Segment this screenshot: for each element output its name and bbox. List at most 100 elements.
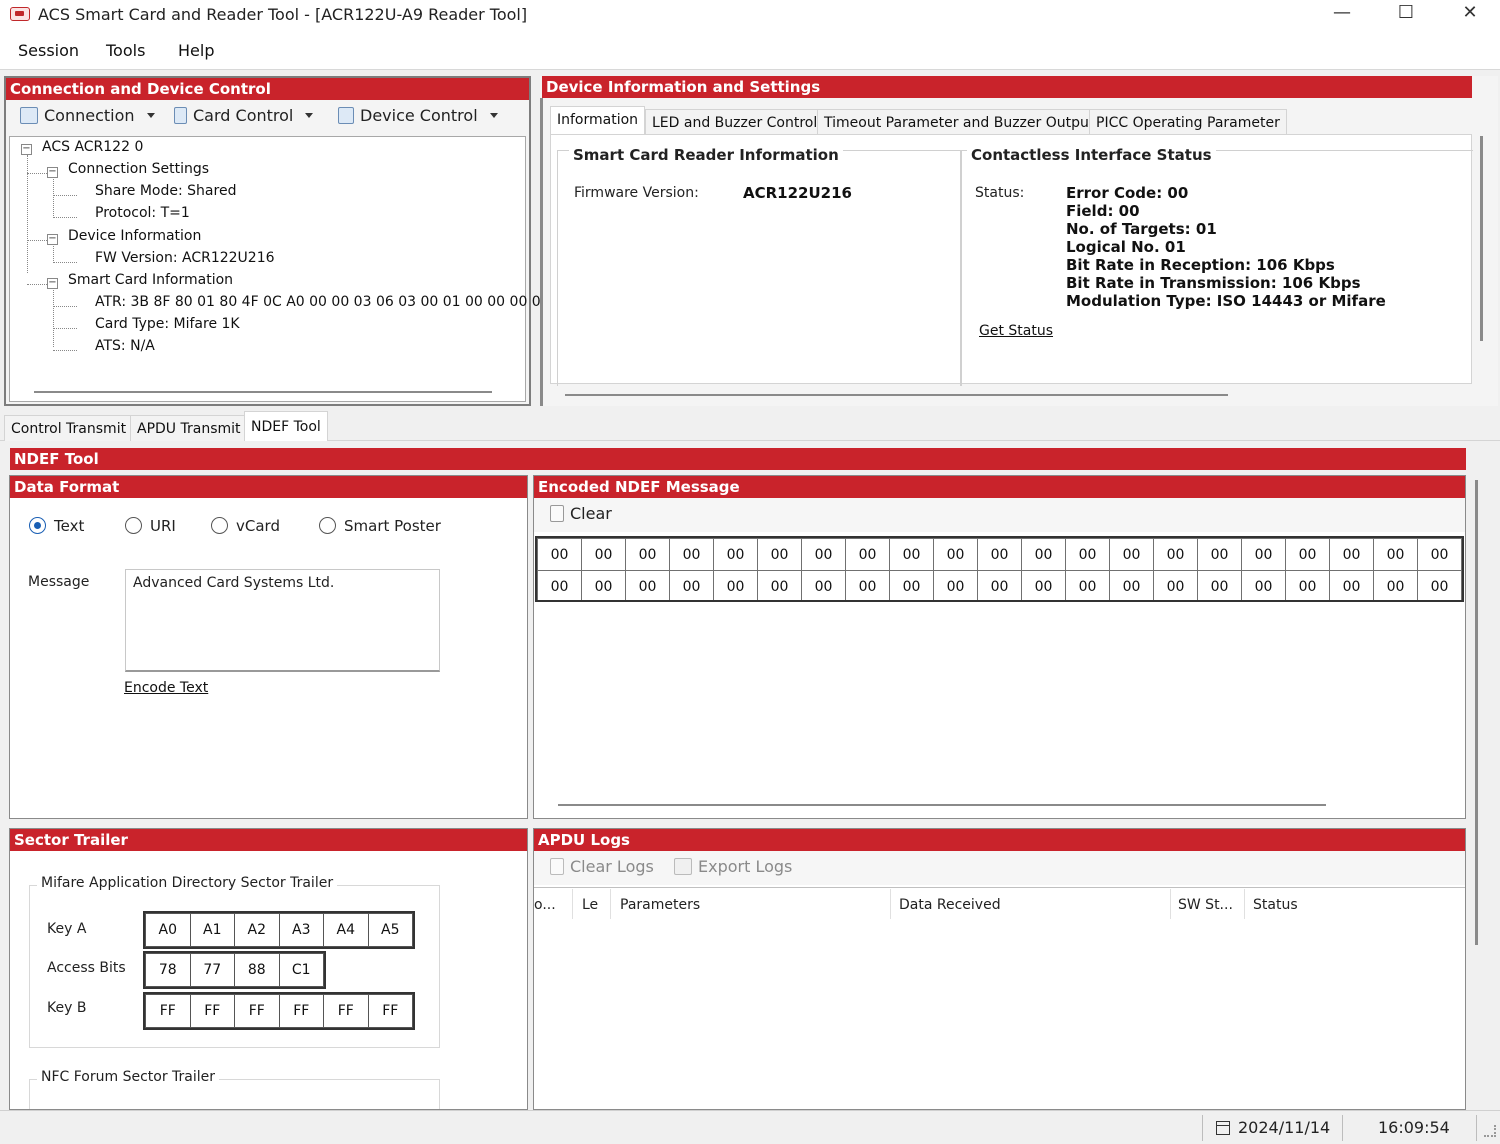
tree-smart-card-information[interactable]: Smart Card Information <box>68 272 233 288</box>
column-header-data-received[interactable]: Data Received <box>899 897 1001 913</box>
menu-help[interactable]: Help <box>178 41 214 60</box>
hex-cell[interactable]: 00 <box>933 538 978 571</box>
hex-cell[interactable]: 00 <box>845 570 890 600</box>
hex-cell[interactable]: 00 <box>757 538 802 571</box>
hex-cell[interactable]: 00 <box>581 538 626 571</box>
key-a-cell[interactable]: A3 <box>278 913 324 947</box>
hex-cell[interactable]: 00 <box>1417 538 1462 571</box>
key-a-cell[interactable]: A1 <box>189 913 235 947</box>
menu-session[interactable]: Session <box>18 41 79 60</box>
hex-cell[interactable]: 00 <box>977 538 1022 571</box>
hex-cell[interactable]: 00 <box>1065 570 1110 600</box>
message-textbox[interactable]: Advanced Card Systems Ltd. <box>125 569 440 672</box>
tree-ats[interactable]: ATS: N/A <box>95 338 155 354</box>
tree-protocol[interactable]: Protocol: T=1 <box>95 205 190 221</box>
hex-cell[interactable]: 00 <box>1329 570 1374 600</box>
maximize-button[interactable]: ☐ <box>1374 0 1438 28</box>
key-b-cell[interactable]: FF <box>278 994 324 1028</box>
radio-uri[interactable] <box>125 517 142 534</box>
hex-cell[interactable]: 00 <box>889 538 934 571</box>
access-bits-cell[interactable]: 78 <box>145 953 191 987</box>
encode-text-link[interactable]: Encode Text <box>124 680 208 696</box>
access-bits-cell[interactable]: 77 <box>189 953 235 987</box>
tree-connection-settings[interactable]: Connection Settings <box>68 161 209 177</box>
hex-cell[interactable]: 00 <box>757 570 802 600</box>
tree-card-type[interactable]: Card Type: Mifare 1K <box>95 316 240 332</box>
horizontal-scrollbar[interactable] <box>558 804 1326 806</box>
key-b-cell[interactable]: FF <box>145 994 191 1028</box>
hex-cell[interactable]: 00 <box>1197 570 1242 600</box>
hex-cell[interactable]: 00 <box>1241 570 1286 600</box>
hex-cell[interactable]: 00 <box>1153 538 1198 571</box>
tab-information[interactable]: Information <box>550 106 646 134</box>
tree-device-information[interactable]: Device Information <box>68 228 201 244</box>
vertical-scrollbar[interactable] <box>1480 136 1483 341</box>
radio-text[interactable] <box>29 517 46 534</box>
hex-cell[interactable]: 00 <box>713 538 758 571</box>
key-b-cell[interactable]: FF <box>189 994 235 1028</box>
tab-picc[interactable]: PICC Operating Parameter <box>1089 109 1287 135</box>
tab-control-transmit[interactable]: Control Transmit <box>4 415 134 441</box>
radio-vcard-label[interactable]: vCard <box>236 517 280 535</box>
hex-cell[interactable]: 00 <box>1021 538 1066 571</box>
device-control-dropdown[interactable]: Device Control <box>338 106 498 125</box>
horizontal-scrollbar[interactable] <box>565 394 1228 396</box>
hex-cell[interactable]: 00 <box>1153 570 1198 600</box>
hex-cell[interactable]: 00 <box>845 538 890 571</box>
hex-cell[interactable]: 00 <box>537 570 582 600</box>
export-logs-button[interactable]: Export Logs <box>674 857 792 876</box>
column-header-status[interactable]: Status <box>1253 897 1298 913</box>
hex-cell[interactable]: 00 <box>1241 538 1286 571</box>
minimize-button[interactable]: — <box>1310 0 1374 28</box>
hex-cell[interactable]: 00 <box>1285 570 1330 600</box>
clear-button[interactable]: Clear <box>550 504 612 523</box>
hex-cell[interactable]: 00 <box>1065 538 1110 571</box>
hex-cell[interactable]: 00 <box>1021 570 1066 600</box>
tree-share-mode[interactable]: Share Mode: Shared <box>95 183 236 199</box>
radio-uri-label[interactable]: URI <box>150 517 176 535</box>
radio-smart-poster[interactable] <box>319 517 336 534</box>
radio-smart-poster-label[interactable]: Smart Poster <box>344 517 441 535</box>
horizontal-scrollbar[interactable] <box>34 391 492 393</box>
tree-atr[interactable]: ATR: 3B 8F 80 01 80 4F 0C A0 00 00 03 06… <box>95 294 550 310</box>
access-bits-cell[interactable]: 88 <box>234 953 280 987</box>
tab-ndef-tool[interactable]: NDEF Tool <box>244 411 328 441</box>
hex-cell[interactable]: 00 <box>1109 570 1154 600</box>
get-status-link[interactable]: Get Status <box>979 323 1053 339</box>
hex-cell[interactable]: 00 <box>669 538 714 571</box>
column-header-parameters[interactable]: Parameters <box>620 897 700 913</box>
hex-cell[interactable]: 00 <box>713 570 758 600</box>
key-b-cell[interactable]: FF <box>323 994 369 1028</box>
radio-vcard[interactable] <box>211 517 228 534</box>
tab-led-buzzer[interactable]: LED and Buzzer Control <box>645 109 825 135</box>
connection-dropdown[interactable]: Connection <box>20 106 155 125</box>
hex-cell[interactable]: 00 <box>581 570 626 600</box>
card-control-dropdown[interactable]: Card Control <box>174 106 314 125</box>
key-b-cell[interactable]: FF <box>234 994 280 1028</box>
hex-cell[interactable]: 00 <box>625 570 670 600</box>
hex-cell[interactable]: 00 <box>1197 538 1242 571</box>
hex-cell[interactable]: 00 <box>1373 538 1418 571</box>
column-header-sw-status[interactable]: SW St... <box>1178 897 1233 913</box>
hex-cell[interactable]: 00 <box>977 570 1022 600</box>
hex-cell[interactable]: 00 <box>1373 570 1418 600</box>
close-button[interactable]: ✕ <box>1438 0 1500 28</box>
hex-cell[interactable]: 00 <box>1109 538 1154 571</box>
hex-cell[interactable]: 00 <box>889 570 934 600</box>
hex-cell[interactable]: 00 <box>537 538 582 571</box>
hex-cell[interactable]: 00 <box>801 538 846 571</box>
tab-timeout[interactable]: Timeout Parameter and Buzzer Output <box>817 109 1102 135</box>
key-a-cell[interactable]: A0 <box>145 913 191 947</box>
hex-cell[interactable]: 00 <box>625 538 670 571</box>
hex-cell[interactable]: 00 <box>1417 570 1462 600</box>
hex-cell[interactable]: 00 <box>669 570 714 600</box>
hex-cell[interactable]: 00 <box>801 570 846 600</box>
vertical-scrollbar[interactable] <box>1475 480 1478 945</box>
key-a-cell[interactable]: A4 <box>323 913 369 947</box>
collapse-icon[interactable]: − <box>21 144 32 155</box>
collapse-icon[interactable]: − <box>47 278 58 289</box>
menu-tools[interactable]: Tools <box>106 41 145 60</box>
tree-root[interactable]: ACS ACR122 0 <box>42 139 143 155</box>
key-a-cell[interactable]: A2 <box>234 913 280 947</box>
tree-fw-version[interactable]: FW Version: ACR122U216 <box>95 250 275 266</box>
